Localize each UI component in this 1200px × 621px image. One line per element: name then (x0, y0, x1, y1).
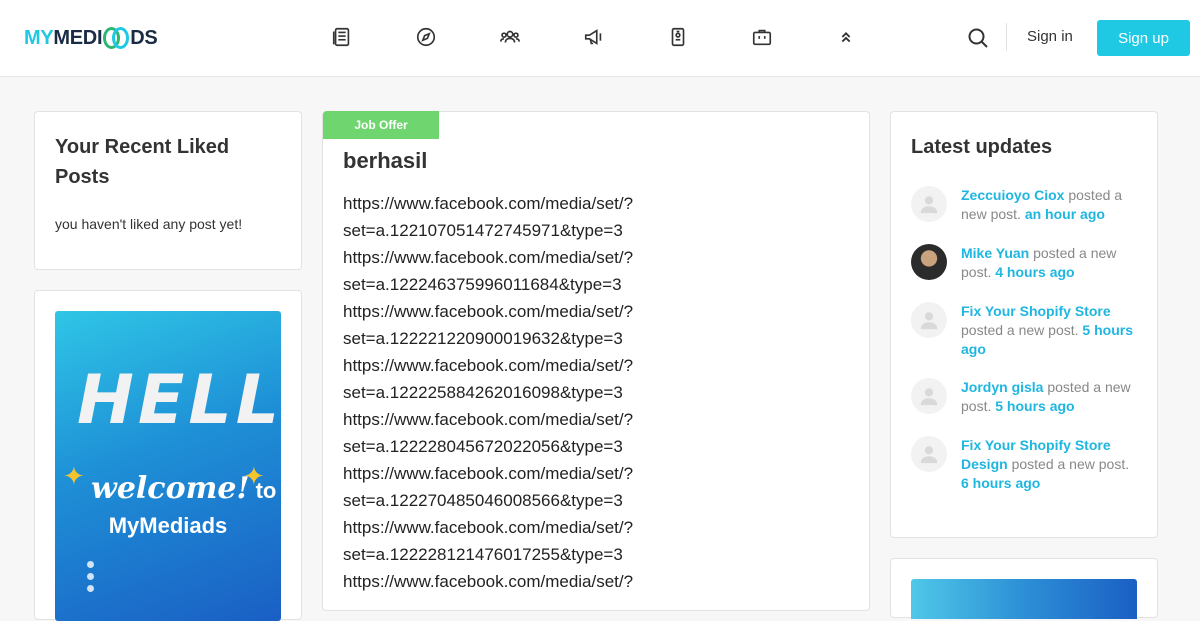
update-time-link[interactable]: 5 hours ago (995, 398, 1074, 414)
update-time-link[interactable]: an hour ago (1025, 206, 1105, 222)
banner-welcome-to: to (255, 478, 277, 503)
nav-jobs[interactable] (720, 24, 804, 50)
megaphone-icon (584, 29, 602, 45)
update-time-link[interactable]: 4 hours ago (995, 264, 1074, 280)
banner-welcome-text: welcome! to (91, 471, 276, 506)
update-text: Fix Your Shopify Store Design posted a n… (961, 436, 1139, 493)
post-body: https://www.facebook.com/media/set/? set=… (343, 190, 663, 595)
post-body-line[interactable]: set=a.122107051472745971&type=3 (343, 217, 663, 244)
user-placeholder-icon (920, 312, 938, 330)
newspaper-icon (332, 27, 350, 47)
banner-brand-name: MyMediads (108, 513, 228, 538)
post-category-badge[interactable]: Job Offer (323, 111, 439, 139)
post-body-line[interactable]: https://www.facebook.com/media/set/? (343, 568, 663, 595)
chevrons-up-icon (841, 32, 851, 43)
post-body-line[interactable]: set=a.122228045672022056&type=3 (343, 433, 663, 460)
post-body-line[interactable]: https://www.facebook.com/media/set/? (343, 514, 663, 541)
update-action: posted a new post. (1011, 456, 1130, 472)
widget-title: Latest updates (911, 136, 1053, 158)
post-body-line[interactable]: set=a.122270485046008566&type=3 (343, 487, 663, 514)
update-text: Zeccuioyo Ciox posted a new post. an hou… (961, 186, 1139, 224)
nav-groups[interactable] (468, 24, 552, 50)
post-body-line[interactable]: set=a.122225884262016098&type=3 (343, 379, 663, 406)
latest-updates-widget: Latest updates Zeccuioyo Ciox posted a n… (890, 111, 1158, 538)
site-logo[interactable]: MY MEDI DS (24, 24, 158, 52)
update-text: Mike Yuan posted a new post. 4 hours ago (961, 244, 1139, 282)
recent-liked-posts-widget: Your Recent Liked Posts you haven't like… (34, 111, 302, 270)
promo-widget: HELLC ✦ ✦ welcome!to MyMediads (34, 290, 302, 621)
post-card: Job Offer berhasil https://www.facebook.… (322, 111, 870, 611)
update-user-link[interactable]: Jordyn gisla (961, 379, 1043, 395)
post-body-line[interactable]: https://www.facebook.com/media/set/? (343, 406, 663, 433)
top-header: MY MEDI DS Sign in Sign up (0, 0, 1200, 77)
update-user-link[interactable]: Zeccuioyo Ciox (961, 187, 1064, 203)
users-icon (500, 30, 520, 43)
avatar[interactable] (911, 436, 947, 472)
promo-widget-secondary (890, 558, 1158, 619)
avatar[interactable] (911, 244, 947, 280)
update-action: posted a new post. (961, 322, 1079, 338)
post-body-line[interactable]: set=a.122246375996011684&type=3 (343, 271, 663, 298)
empty-state-text: you haven't liked any post yet! (55, 216, 243, 232)
nav-ads[interactable] (552, 24, 636, 50)
update-time-link[interactable]: 6 hours ago (961, 475, 1040, 491)
post-body-line[interactable]: https://www.facebook.com/media/set/? (343, 460, 663, 487)
logo-text-my: MY (24, 26, 54, 49)
nav-explore[interactable] (384, 24, 468, 50)
post-body-line[interactable]: set=a.122221220900019632&type=3 (343, 325, 663, 352)
post-title[interactable]: berhasil (343, 148, 427, 174)
user-placeholder-icon (920, 446, 938, 464)
avatar[interactable] (911, 302, 947, 338)
post-body-line[interactable]: https://www.facebook.com/media/set/? (343, 190, 663, 217)
search-icon[interactable] (966, 26, 990, 50)
nav-directory[interactable] (636, 24, 720, 50)
compass-icon (416, 27, 436, 47)
widget-title: Your Recent Liked Posts (55, 136, 230, 188)
nav-more[interactable] (804, 24, 888, 50)
sign-up-button[interactable]: Sign up (1097, 20, 1190, 56)
post-body-line[interactable]: https://www.facebook.com/media/set/? (343, 352, 663, 379)
decorative-dots (87, 556, 94, 597)
nav-news-feed[interactable] (300, 24, 384, 50)
header-divider (1006, 23, 1007, 51)
user-placeholder-icon (920, 388, 938, 406)
update-user-link[interactable]: Mike Yuan (961, 245, 1029, 261)
briefcase-icon (752, 29, 772, 46)
update-user-link[interactable]: Fix Your Shopify Store (961, 303, 1111, 319)
logo-rings-icon (103, 25, 130, 51)
id-badge-icon (671, 27, 685, 47)
update-text: Fix Your Shopify Store posted a new post… (961, 302, 1139, 359)
update-text: Jordyn gisla posted a new post. 5 hours … (961, 378, 1139, 416)
party-popper-icon: ✦ (63, 461, 85, 491)
avatar[interactable] (911, 186, 947, 222)
user-placeholder-icon (920, 196, 938, 214)
sign-in-link[interactable]: Sign in (1027, 28, 1073, 45)
banner-hello-text: HELLC (77, 361, 281, 440)
banner-image[interactable] (911, 579, 1137, 619)
post-body-line[interactable]: set=a.122228121476017255&type=3 (343, 541, 663, 568)
welcome-banner-image[interactable]: HELLC ✦ ✦ welcome!to MyMediads (55, 311, 281, 621)
post-body-line[interactable]: https://www.facebook.com/media/set/? (343, 244, 663, 271)
banner-welcome-word: welcome! (91, 471, 250, 506)
banner-hello-main: HELL (77, 361, 281, 440)
main-nav (300, 24, 888, 50)
avatar[interactable] (911, 378, 947, 414)
logo-text-ds: DS (130, 26, 158, 49)
logo-text-medi: MEDI (53, 26, 103, 49)
post-body-line[interactable]: https://www.facebook.com/media/set/? (343, 298, 663, 325)
